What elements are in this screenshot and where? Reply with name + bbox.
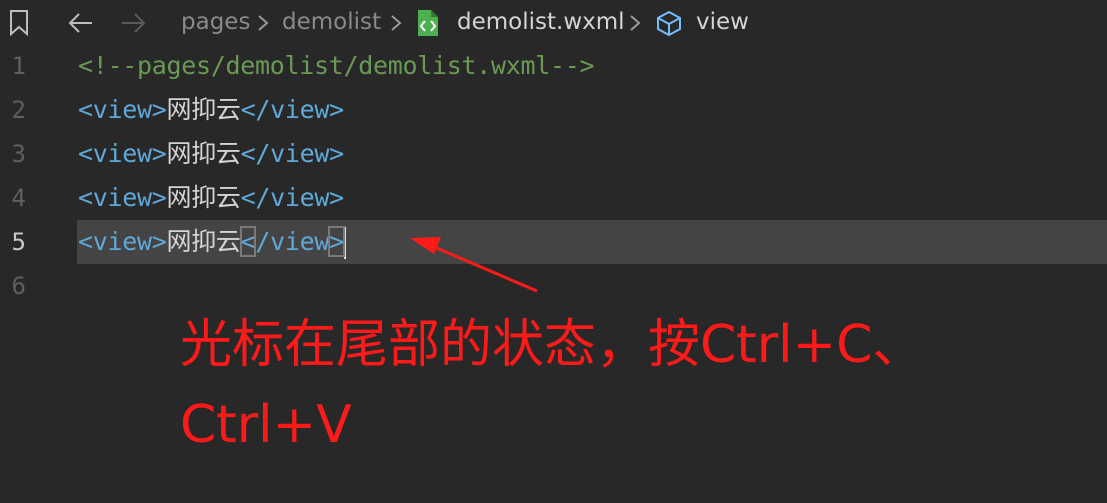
code-line-6[interactable]: 6 (0, 264, 1107, 308)
wxml-file-icon (418, 10, 438, 36)
code-line-5-current[interactable]: 5 <view>网抑云</view> (0, 220, 1107, 264)
close-tag: </view> (240, 139, 345, 168)
code-line-1[interactable]: 1 <!--pages/demolist/demolist.wxml--> (0, 44, 1107, 88)
close-tag: </view> (240, 95, 345, 124)
cube-symbol-icon (657, 10, 681, 37)
element-text: 网抑云 (166, 183, 241, 212)
code-content: <view>网抑云</view> (78, 132, 344, 176)
breadcrumb-segment-file[interactable]: demolist.wxml (457, 7, 625, 37)
line-number: 3 (11, 140, 26, 168)
line-number: 6 (11, 272, 26, 300)
chevron-right-icon (630, 15, 641, 31)
annotation-line-2: Ctrl+V (180, 395, 352, 455)
line-number: 2 (11, 96, 26, 124)
line-number: 5 (11, 228, 26, 256)
arrow-left-icon[interactable] (66, 11, 94, 35)
element-text: 网抑云 (166, 139, 241, 168)
breadcrumb-segment-view[interactable]: view (696, 7, 749, 37)
text-cursor (343, 227, 346, 259)
matching-bracket-open: < (239, 226, 257, 257)
open-tag: <view> (78, 95, 167, 124)
close-tag: </view> (240, 183, 345, 212)
open-tag: <view> (78, 227, 167, 256)
open-tag: <view> (78, 139, 167, 168)
bookmark-icon[interactable] (8, 9, 30, 37)
code-content: <view>网抑云</view> (78, 88, 344, 132)
chevron-right-icon (391, 15, 402, 31)
open-tag: <view> (78, 183, 167, 212)
annotation-note: 光标在尾部的状态，按Ctrl+C、 Ctrl+V (180, 305, 1080, 465)
code-line-4[interactable]: 4 <view>网抑云</view> (0, 176, 1107, 220)
line-number: 1 (11, 52, 26, 80)
close-tag-name: /view (255, 227, 330, 256)
comment-text: <!--pages/demolist/demolist.wxml--> (78, 51, 595, 80)
line-number: 4 (11, 184, 26, 212)
element-text: 网抑云 (166, 227, 241, 256)
breadcrumb-segment-demolist[interactable]: demolist (282, 7, 381, 37)
code-line-2[interactable]: 2 <view>网抑云</view> (0, 88, 1107, 132)
annotation-line-1: 光标在尾部的状态，按Ctrl+C、 (180, 315, 925, 375)
code-line-3[interactable]: 3 <view>网抑云</view> (0, 132, 1107, 176)
matching-bracket-close: > (328, 226, 345, 257)
breadcrumb-bar: pages demolist demolist.wxml view (0, 0, 1107, 46)
code-content: <view>网抑云</view> (78, 176, 344, 220)
breadcrumb-segment-pages[interactable]: pages (181, 7, 250, 37)
code-content: <view>网抑云</view> (78, 220, 346, 264)
chevron-right-icon (258, 15, 269, 31)
element-text: 网抑云 (166, 95, 241, 124)
arrow-right-icon[interactable] (120, 11, 148, 35)
